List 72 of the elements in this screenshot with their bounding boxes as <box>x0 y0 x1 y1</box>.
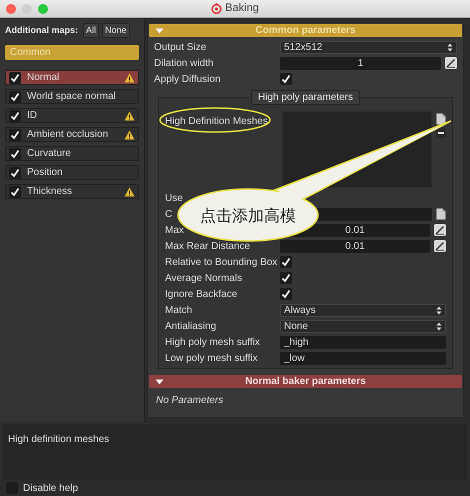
checkbox[interactable] <box>280 272 292 284</box>
up-down-arrows-icon <box>436 306 442 314</box>
map-item[interactable]: Curvature <box>5 146 139 161</box>
map-label: Normal <box>27 71 60 85</box>
field-label: Apply Diffusion <box>154 74 221 84</box>
map-label: Thickness <box>27 185 74 199</box>
field-label: High poly mesh suffix <box>165 336 260 348</box>
text-field[interactable]: _low <box>280 352 446 364</box>
checkbox[interactable] <box>280 73 292 85</box>
dropdown-value: None <box>284 320 308 334</box>
field-label: Antialiasing <box>165 320 216 332</box>
dropdown[interactable]: Always <box>280 304 446 316</box>
map-label: Curvature <box>27 147 72 161</box>
field-label: Output Size <box>154 42 206 52</box>
field-label: Dilation width <box>154 58 214 68</box>
window-title: Baking <box>225 1 259 16</box>
field-label: Average Normals <box>165 272 242 284</box>
checkbox[interactable] <box>9 148 21 160</box>
up-down-arrows-icon <box>447 42 453 52</box>
dropdown-value: 512x512 <box>284 40 322 54</box>
field-label: Max Rear Distance <box>165 240 250 252</box>
field-label: C <box>165 208 172 220</box>
section-title: Common parameters <box>254 24 357 38</box>
field-label: High Definition Meshes <box>165 116 268 127</box>
app-logo-icon <box>211 3 222 14</box>
caret-icon[interactable] <box>155 378 164 384</box>
toolbar-button[interactable]: All <box>83 23 100 38</box>
checkbox-label: Disable help <box>23 482 78 496</box>
map-label: Position <box>27 166 64 180</box>
section-title: Normal baker parameters <box>244 375 367 389</box>
field-label: Low poly mesh suffix <box>165 352 258 364</box>
checkbox[interactable] <box>9 186 21 198</box>
checkbox[interactable] <box>9 166 21 178</box>
edit-icon[interactable] <box>434 240 446 252</box>
map-item[interactable]: Normal <box>5 70 139 85</box>
section-header[interactable]: Normal baker parameters <box>149 375 462 388</box>
group-title: High poly parameters <box>250 90 360 105</box>
number-field[interactable]: 0.01 <box>280 240 430 252</box>
checkbox[interactable] <box>9 72 21 84</box>
number-field[interactable]: 1 <box>280 56 441 70</box>
dropdown[interactable]: 512x512 <box>280 40 457 54</box>
field-label: Match <box>165 304 192 316</box>
checkbox[interactable] <box>9 110 21 122</box>
map-label: Ambient occlusion <box>27 128 110 142</box>
edit-icon[interactable] <box>445 57 457 69</box>
checkbox[interactable] <box>9 128 21 140</box>
empty-message: No Parameters <box>155 394 224 408</box>
field-label: Max <box>165 224 184 236</box>
checkbox[interactable] <box>280 256 292 268</box>
up-down-arrows-icon <box>436 322 442 330</box>
map-item[interactable]: World space normal <box>5 89 139 104</box>
file-icon[interactable] <box>436 113 446 125</box>
dropdown[interactable]: None <box>280 320 446 332</box>
checkbox[interactable] <box>9 90 21 102</box>
map-item[interactable]: Position <box>5 165 139 180</box>
map-item[interactable]: Ambient occlusion <box>5 127 139 142</box>
map-label: World space normal <box>27 90 117 104</box>
help-text: High definition meshes <box>8 434 110 445</box>
dropdown-value: Always <box>284 304 316 318</box>
checkbox[interactable] <box>280 288 292 300</box>
field-label: Ignore Backface <box>165 288 238 300</box>
map-item[interactable]: Thickness <box>5 184 139 199</box>
map-item[interactable]: ID <box>5 108 139 123</box>
file-icon[interactable] <box>436 208 446 220</box>
field-label: Relative to Bounding Box <box>165 256 278 268</box>
sidebar-label: Additional maps: <box>5 24 78 37</box>
remove-button[interactable] <box>436 128 446 138</box>
edit-icon[interactable] <box>434 224 446 236</box>
map-label: ID <box>27 109 38 123</box>
text-field[interactable]: _high <box>280 336 446 348</box>
toolbar-button[interactable]: None <box>102 23 130 38</box>
field-label: Use <box>165 192 183 204</box>
